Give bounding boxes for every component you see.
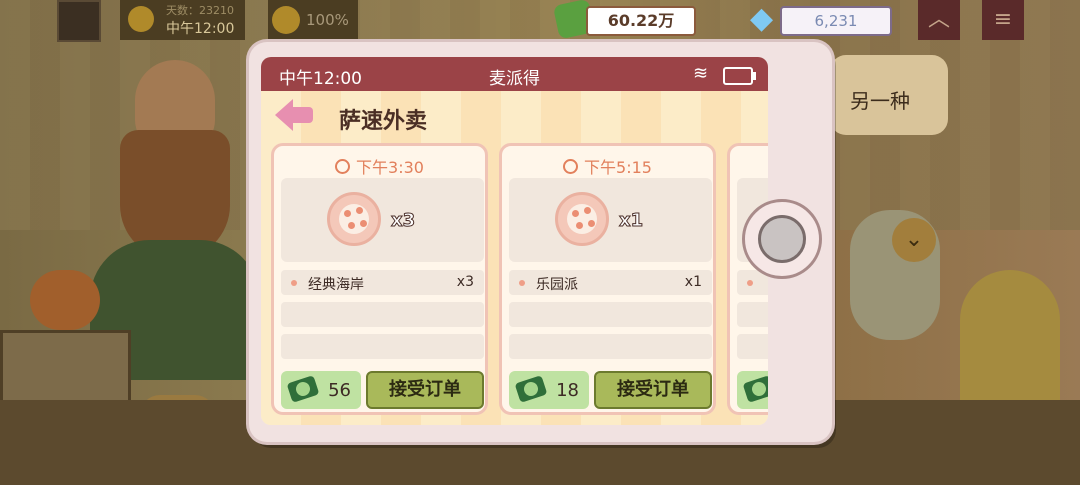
smiley-icon — [272, 6, 300, 34]
fox-pet — [30, 270, 100, 330]
mood-panel: 100% — [268, 0, 358, 40]
phone-home-button[interactable] — [742, 199, 822, 279]
pie-icon — [327, 192, 381, 246]
empty-item-row — [281, 302, 484, 327]
clock-icon — [563, 159, 579, 174]
expand-down-button[interactable]: ⌄ — [892, 218, 936, 262]
clock-time: 中午12:00 — [166, 21, 235, 37]
customer-speech-bubble: 另一种 — [830, 55, 948, 135]
empty-item-row — [281, 334, 484, 359]
status-bar: 麦派得 中午12:00 ≋ — [261, 57, 768, 91]
phone-screen: 麦派得 中午12:00 ≋ 萨速外卖 下午3:30 x3 经典海岸 x3 56 … — [261, 57, 768, 425]
order-payment — [737, 371, 768, 409]
phone-device: 麦派得 中午12:00 ≋ 萨速外卖 下午3:30 x3 经典海岸 x3 56 … — [249, 42, 832, 442]
order-payment: 56 — [281, 371, 361, 409]
order-card: 下午5:15 x1 乐园派 x1 18 接受订单 — [499, 143, 716, 415]
page-title: 萨速外卖 — [339, 109, 428, 134]
gem-counter: ◆ 6,231 — [740, 1, 892, 36]
chevron-down-icon: ⌄ — [904, 227, 924, 252]
accept-order-button[interactable]: 接受订单 — [594, 371, 712, 409]
clock-icon — [335, 159, 351, 174]
pie-icon — [555, 192, 609, 246]
money-icon — [286, 375, 320, 403]
order-item-row: 经典海岸 x3 — [281, 270, 484, 295]
battery-icon — [723, 67, 756, 85]
order-card: 下午3:30 x3 经典海岸 x3 56 接受订单 — [271, 143, 488, 415]
back-button[interactable] — [275, 99, 313, 131]
order-item-name: 乐园派 — [536, 277, 578, 293]
order-item-row: 乐园派 x1 — [509, 270, 712, 295]
money-icon — [514, 375, 548, 403]
order-item-name: 经典海岸 — [308, 277, 364, 293]
empty-item-row — [509, 334, 712, 359]
order-payment: 18 — [509, 371, 589, 409]
order-preview: x3 — [281, 178, 484, 262]
diamond-icon: ◆ — [750, 1, 774, 36]
day-counter: 天数：23210 — [166, 4, 234, 17]
status-time: 中午12:00 — [279, 69, 362, 89]
speech-text: 另一种 — [850, 89, 910, 113]
collapse-up-button[interactable]: ︿ — [918, 0, 960, 40]
payment-amount: 18 — [556, 380, 579, 401]
sun-icon — [128, 6, 154, 32]
mood-percent: 100% — [306, 11, 349, 29]
wifi-icon: ≋ — [693, 63, 709, 84]
menu-button[interactable]: ≡ — [982, 0, 1024, 40]
order-due-time: 下午3:30 — [274, 154, 485, 178]
player-avatar[interactable] — [57, 0, 101, 42]
order-item-qty: x1 — [684, 274, 702, 290]
order-due-time: 下午5:15 — [502, 154, 713, 178]
empty-item-row — [737, 334, 768, 359]
money-icon — [742, 375, 768, 403]
accept-order-button[interactable]: 接受订单 — [366, 371, 484, 409]
chevron-up-icon: ︿ — [927, 7, 950, 32]
order-list[interactable]: 下午3:30 x3 经典海岸 x3 56 接受订单 下午5:15 x1 乐园派 … — [261, 143, 768, 425]
gem-value: 6,231 — [780, 6, 892, 36]
order-card-partial[interactable] — [727, 143, 768, 415]
empty-item-row — [509, 302, 712, 327]
cash-value: 60.22万 — [586, 6, 696, 36]
chef-character — [90, 60, 260, 380]
order-item-qty: x3 — [456, 274, 474, 290]
hamburger-icon: ≡ — [993, 7, 1013, 32]
preview-quantity: x1 — [618, 210, 644, 232]
time-panel: 天数：23210 中午12:00 — [120, 0, 245, 40]
payment-amount: 56 — [328, 380, 351, 401]
empty-item-row — [737, 302, 768, 327]
app-header: 萨速外卖 — [261, 91, 768, 143]
cash-counter: 60.22万 — [552, 0, 696, 40]
order-preview: x1 — [509, 178, 712, 262]
preview-quantity: x3 — [390, 210, 416, 232]
